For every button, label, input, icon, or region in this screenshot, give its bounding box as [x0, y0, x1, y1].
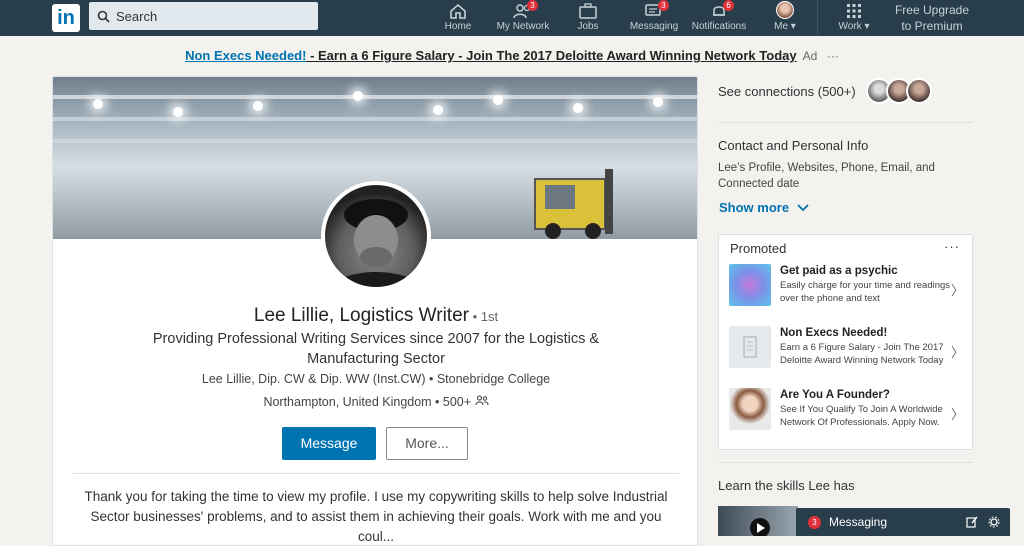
contact-info-title: Contact and Personal Info: [718, 138, 869, 153]
nav-messaging-label: Messaging: [629, 21, 679, 32]
ad-menu-icon[interactable]: ···: [827, 49, 839, 63]
promo-title: Are You A Founder?: [780, 389, 890, 401]
see-connections-link[interactable]: See connections (500+): [718, 84, 856, 99]
nav-home-label: Home: [444, 21, 472, 32]
sidebar-divider: [718, 462, 973, 463]
top-ad: Non Execs Needed! - Earn a 6 Figure Sala…: [0, 48, 1024, 63]
premium-line-2: to Premium: [901, 19, 963, 33]
linkedin-logo[interactable]: in: [52, 4, 80, 32]
nav-work-label: Work ▾: [838, 21, 870, 32]
promoted-item[interactable]: Non Execs Needed! Earn a 6 Figure Salary…: [729, 326, 969, 382]
promo-body: Easily charge for your time and readings…: [780, 280, 951, 304]
connection-degree: • 1st: [468, 309, 499, 324]
messaging-bar[interactable]: 3 Messaging: [796, 508, 1010, 536]
profile-name: Lee Lillie, Logistics Writer: [253, 305, 469, 326]
premium-link[interactable]: Free Upgrade to Premium: [880, 2, 984, 34]
profile-headline: Providing Professional Writing Services …: [152, 331, 600, 367]
profile-divider: [73, 473, 679, 474]
search-input[interactable]: Search: [89, 2, 318, 30]
nav-divider: [817, 0, 818, 36]
chevron-down-icon: [797, 204, 809, 212]
profile-photo-image: [335, 199, 417, 287]
profile-summary[interactable]: Thank you for taking the time to view my…: [73, 487, 679, 545]
my-avatar: [776, 1, 794, 19]
promo-body: Earn a 6 Figure Salary - Join The 2017 D…: [780, 342, 944, 366]
promo-title: Get paid as a psychic: [780, 265, 898, 277]
promoted-item[interactable]: Are You A Founder? See If You Qualify To…: [729, 388, 969, 444]
profile-card: Lee Lillie, Logistics Writer • 1st Provi…: [52, 76, 698, 546]
connection-avatars[interactable]: [866, 78, 932, 104]
top-nav: in Search Home My Network 3 Jobs Messagi…: [0, 0, 1024, 36]
promoted-panel: Promoted ··· Get paid as a psychic Easil…: [718, 234, 973, 450]
building-icon: [729, 326, 771, 368]
nav-my-network-label: My Network: [496, 21, 550, 32]
chevron-right-icon: 〉: [951, 407, 965, 422]
search-icon: [97, 10, 110, 23]
home-icon: [450, 3, 466, 19]
nav-notifications-label: Notifications: [691, 21, 747, 32]
nav-notifications[interactable]: Notifications 6: [688, 0, 750, 36]
nav-me-label: Me ▾: [774, 21, 796, 32]
gear-icon[interactable]: [988, 516, 1000, 528]
chevron-right-icon: 〉: [951, 345, 965, 360]
grid-icon: [847, 4, 861, 18]
profile-location-line: Northampton, United Kingdom • 500+: [53, 395, 697, 409]
course-thumbnail[interactable]: [718, 506, 798, 536]
promoted-title: Promoted: [730, 241, 787, 256]
ad-tag: Ad: [802, 49, 818, 63]
learn-skills-title: Learn the skills Lee has: [718, 478, 855, 493]
promoted-item[interactable]: Get paid as a psychic Easily charge for …: [729, 264, 969, 316]
ad-link[interactable]: Non Execs Needed!: [185, 48, 306, 63]
sidebar-divider: [718, 122, 973, 123]
chevron-right-icon: 〉: [951, 283, 965, 298]
nav-messaging[interactable]: Messaging 3: [627, 0, 681, 36]
nav-jobs-label: Jobs: [577, 21, 599, 32]
forklift-graphic: [534, 169, 613, 239]
connections-icon: [474, 395, 489, 406]
promoted-menu-icon[interactable]: ···: [944, 239, 960, 254]
ad-body[interactable]: - Earn a 6 Figure Salary - Join The 2017…: [306, 48, 797, 63]
profile-location: Northampton, United Kingdom • 500+: [263, 395, 472, 409]
promo-thumbnail: [729, 388, 771, 430]
show-more-button[interactable]: Show more: [719, 200, 809, 215]
premium-line-1: Free Upgrade: [894, 3, 970, 17]
network-badge: 3: [527, 0, 538, 11]
messaging-bar-label: Messaging: [829, 515, 888, 529]
compose-icon[interactable]: [966, 516, 978, 528]
promo-thumbnail: [729, 264, 771, 306]
briefcase-icon: [579, 3, 597, 19]
notifications-badge: 6: [723, 0, 734, 11]
profile-education[interactable]: Lee Lillie, Dip. CW & Dip. WW (Inst.CW) …: [53, 372, 697, 386]
nav-home[interactable]: Home: [442, 0, 474, 36]
promo-title: Non Execs Needed!: [780, 327, 888, 339]
messaging-bar-badge: 3: [808, 515, 821, 529]
profile-photo[interactable]: [321, 181, 431, 291]
messaging-badge: 3: [658, 0, 669, 11]
promo-body: See If You Qualify To Join A Worldwide N…: [780, 404, 943, 428]
profile-name-line: Lee Lillie, Logistics Writer • 1st: [53, 305, 697, 327]
nav-me[interactable]: Me ▾: [772, 0, 798, 36]
nav-work[interactable]: Work ▾: [836, 0, 872, 36]
nav-jobs[interactable]: Jobs: [576, 0, 600, 36]
search-placeholder: Search: [116, 8, 158, 24]
more-button[interactable]: More...: [386, 427, 468, 460]
show-more-label: Show more: [719, 200, 790, 215]
contact-info-body: Lee’s Profile, Websites, Phone, Email, a…: [718, 162, 935, 190]
connection-avatar: [906, 78, 932, 104]
message-button[interactable]: Message: [282, 427, 376, 460]
nav-my-network[interactable]: My Network 3: [494, 0, 552, 36]
